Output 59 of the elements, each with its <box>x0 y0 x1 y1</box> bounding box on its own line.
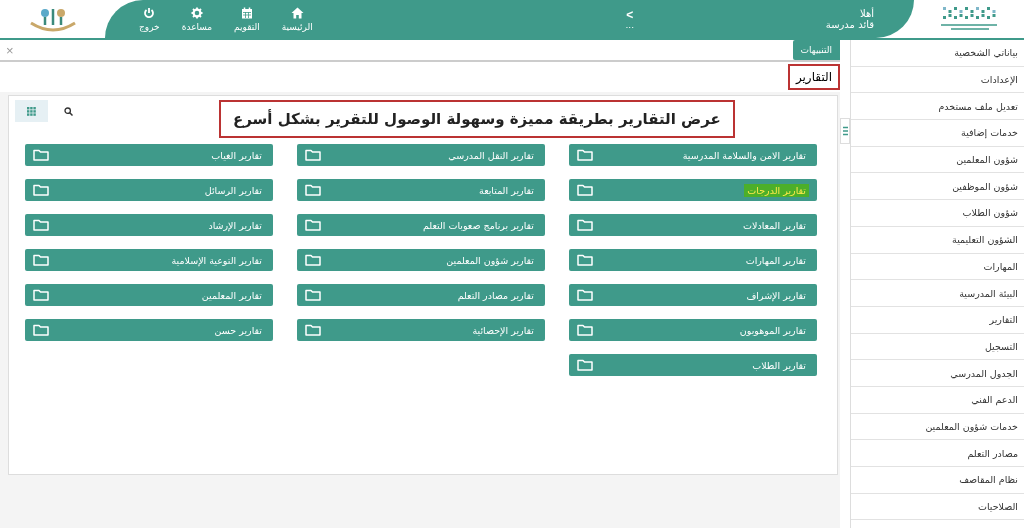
calendar-icon <box>240 6 253 19</box>
report-button[interactable]: تقارير الطلاب <box>569 354 817 376</box>
more-text: ... <box>625 20 634 30</box>
power-icon <box>143 6 156 19</box>
menu-icon <box>842 126 848 136</box>
folder-icon <box>577 219 593 231</box>
folder-icon <box>577 254 593 266</box>
folder-icon <box>33 324 49 336</box>
alerts-tab[interactable]: التنبيهات <box>792 40 840 60</box>
folder-icon <box>33 184 49 196</box>
nav-button[interactable]: مساعدة <box>177 6 217 32</box>
folder-icon <box>577 149 593 161</box>
headline: عرض التقارير بطريقة مميزة وسهولة الوصول للتقرير بشكل أسرع <box>219 100 735 138</box>
folder-icon <box>305 254 321 266</box>
report-button[interactable]: تقارير المتابعة <box>297 179 545 201</box>
folder-icon <box>577 184 593 196</box>
report-button[interactable]: تقارير الموهوبون <box>569 319 817 341</box>
back-button[interactable]: < <box>626 8 634 21</box>
close-button[interactable]: × <box>0 40 20 60</box>
report-button[interactable]: تقارير حسن <box>25 319 273 341</box>
report-button[interactable]: تقارير الإشراف <box>569 284 817 306</box>
folder-icon <box>33 149 49 161</box>
folder-icon <box>305 219 321 231</box>
nav-button[interactable]: التقويم <box>230 6 264 32</box>
report-button[interactable]: تقارير الغياب <box>25 144 273 166</box>
folder-icon <box>33 219 49 231</box>
settings-icon <box>190 6 203 19</box>
report-button[interactable]: تقارير المعادلات <box>569 214 817 236</box>
folder-icon <box>33 254 49 266</box>
report-button[interactable]: تقارير الدرجات <box>569 179 817 201</box>
report-button[interactable]: تقارير المعلمين <box>25 284 273 306</box>
report-button[interactable]: تقارير المهارات <box>569 249 817 271</box>
search-icon <box>64 106 73 116</box>
folder-icon <box>33 289 49 301</box>
folder-icon <box>577 359 593 371</box>
folder-icon <box>305 289 321 301</box>
nav-button[interactable]: خروج <box>135 6 164 32</box>
report-button[interactable]: تقارير برنامج صعوبات التعلم <box>297 214 545 236</box>
folder-icon <box>577 289 593 301</box>
greeting-text: أهلا <box>858 8 874 19</box>
report-button[interactable]: تقارير مصادر التعلم <box>297 284 545 306</box>
report-button[interactable]: تقارير الإحصائية <box>297 319 545 341</box>
folder-icon <box>305 184 321 196</box>
folder-icon <box>305 324 321 336</box>
home-icon <box>290 6 304 19</box>
grid-icon <box>27 106 36 116</box>
page-title: التقارير <box>787 64 840 90</box>
report-button[interactable]: تقارير الامن والسلامة المدرسية <box>569 144 817 166</box>
report-button[interactable]: تقارير شؤون المعلمين <box>297 249 545 271</box>
report-button[interactable]: تقارير الرسائل <box>25 179 273 201</box>
folder-icon <box>305 149 321 161</box>
report-button[interactable]: تقارير النقل المدرسي <box>297 144 545 166</box>
report-button[interactable]: تقارير الإرشاد <box>25 214 273 236</box>
grid-view-button[interactable] <box>15 100 48 122</box>
user-role: قائد مدرسة <box>824 19 874 30</box>
menu-handle[interactable] <box>840 118 850 144</box>
nav-button[interactable]: الرئيسية <box>277 6 317 32</box>
report-button[interactable]: تقارير التوعية الإسلامية <box>25 249 273 271</box>
folder-icon <box>577 324 593 336</box>
